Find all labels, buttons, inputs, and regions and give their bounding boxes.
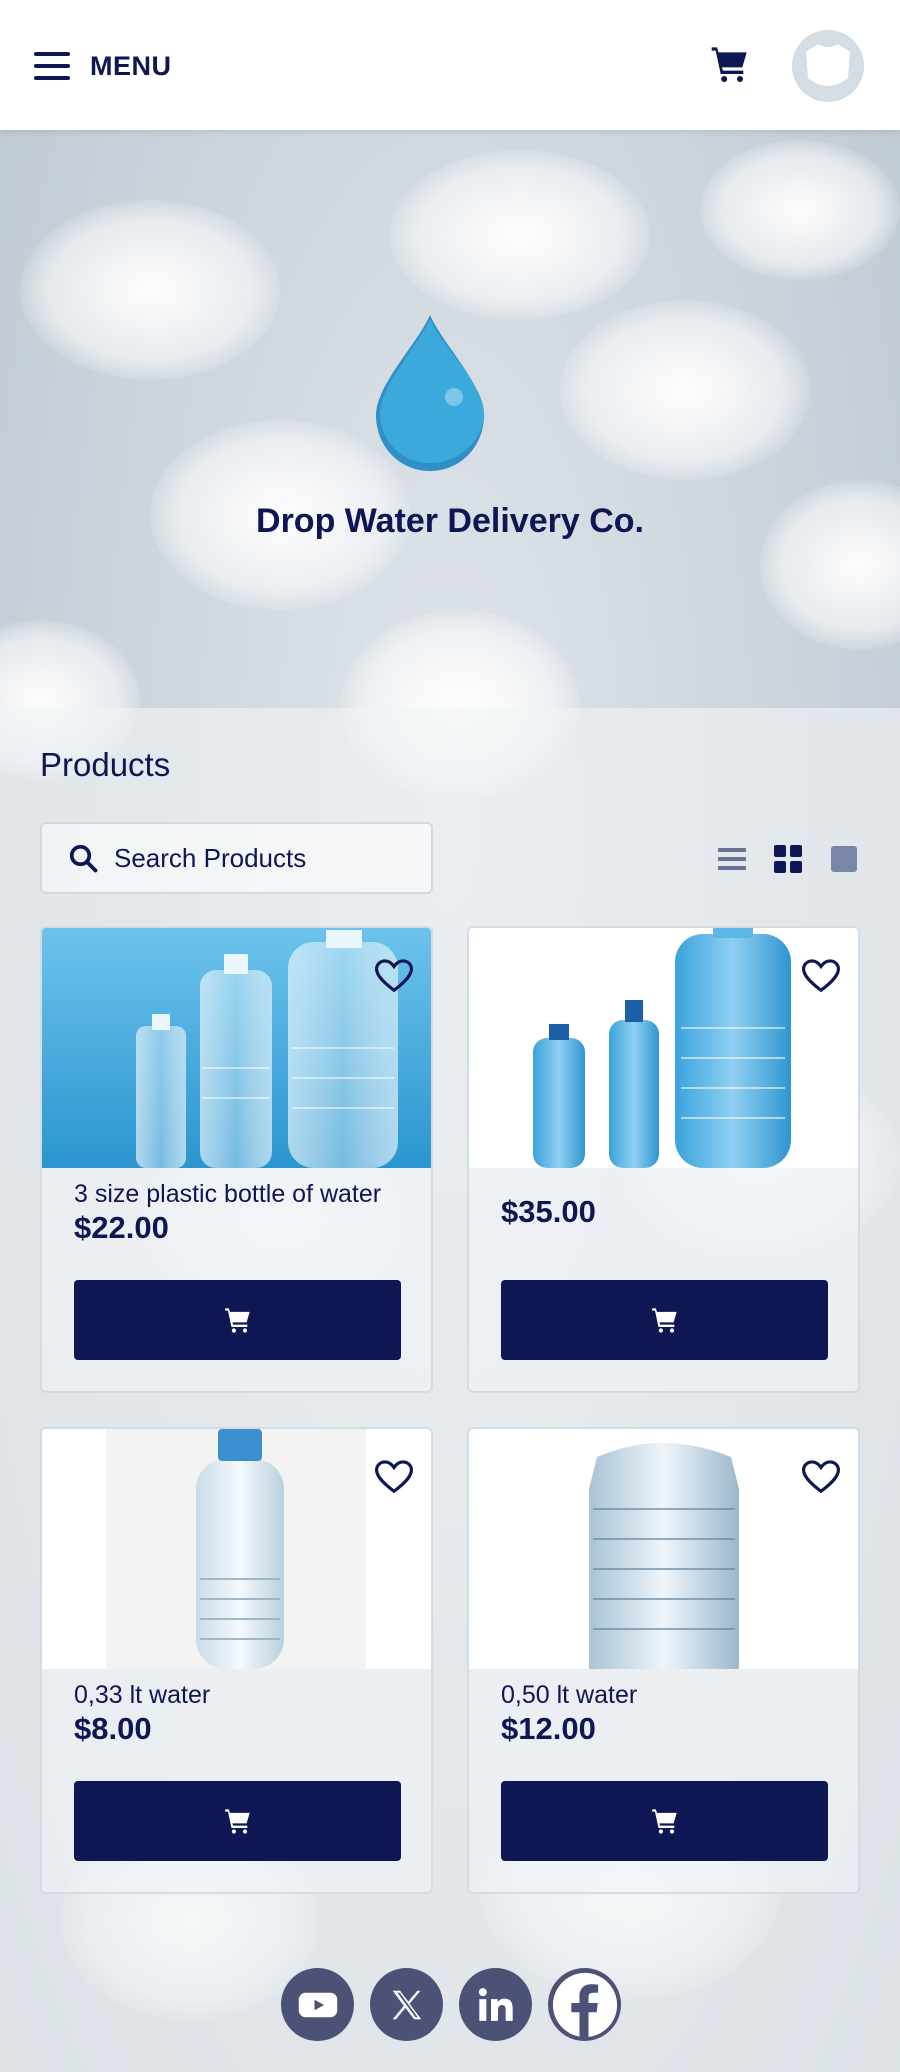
product-image: [469, 1429, 858, 1669]
product-price: $8.00: [74, 1711, 152, 1746]
company-name: Drop Water Delivery Co.: [256, 502, 644, 540]
product-name: 0,33 lt water: [74, 1681, 211, 1709]
search-icon: [69, 844, 98, 873]
product-image: [42, 1429, 431, 1669]
view-toggles: [718, 842, 858, 876]
grid-view-icon[interactable]: [774, 845, 802, 873]
youtube-link[interactable]: [281, 1968, 354, 2041]
add-to-cart-button[interactable]: [74, 1781, 401, 1861]
cart-icon: [224, 1308, 250, 1333]
menu-button[interactable]: MENU: [34, 44, 172, 88]
product-card[interactable]: $35.00: [467, 926, 860, 1393]
youtube-icon: [298, 1992, 337, 2017]
favorite-heart-icon[interactable]: [375, 958, 413, 994]
product-price: $35.00: [501, 1194, 596, 1229]
linkedin-icon: [478, 1987, 513, 2021]
facebook-icon: [552, 1972, 617, 2037]
product-image: [469, 928, 858, 1168]
linkedin-link[interactable]: [459, 1968, 532, 2041]
product-image: [42, 928, 431, 1168]
hero: Drop Water Delivery Co.: [0, 130, 900, 708]
product-card[interactable]: 3 size plastic bottle of water $22.00: [40, 926, 433, 1393]
cart-icon: [651, 1308, 677, 1333]
favorite-heart-icon[interactable]: [375, 1459, 413, 1495]
product-price: $12.00: [501, 1711, 596, 1746]
products-heading: Products: [40, 746, 171, 783]
product-grid: 3 size plastic bottle of water $22.00 $3…: [40, 926, 860, 1894]
product-name: 3 size plastic bottle of water: [74, 1180, 382, 1208]
cart-icon[interactable]: [710, 44, 750, 84]
cart-icon: [651, 1809, 677, 1834]
product-card[interactable]: 0,33 lt water $8.00: [40, 1427, 433, 1894]
avatar[interactable]: [792, 30, 864, 102]
favorite-heart-icon[interactable]: [802, 958, 840, 994]
add-to-cart-button[interactable]: [501, 1781, 828, 1861]
add-to-cart-button[interactable]: [74, 1280, 401, 1360]
facebook-link[interactable]: [548, 1968, 621, 2041]
social-links: [281, 1968, 621, 2041]
menu-label: MENU: [90, 50, 172, 81]
favorite-heart-icon[interactable]: [802, 1459, 840, 1495]
top-bar: MENU: [0, 0, 900, 130]
product-name: 0,50 lt water: [501, 1681, 638, 1709]
search-input[interactable]: [114, 842, 414, 874]
water-drop-logo: [376, 315, 484, 471]
avatar-icon: [792, 30, 864, 102]
cart-icon: [224, 1809, 250, 1834]
hamburger-icon: [34, 52, 70, 80]
search-box[interactable]: [40, 822, 433, 894]
x-link[interactable]: [370, 1968, 443, 2041]
list-view-icon[interactable]: [718, 845, 746, 873]
x-icon: [392, 1990, 421, 2019]
large-view-icon[interactable]: [830, 845, 858, 873]
product-card[interactable]: 0,50 lt water $12.00: [467, 1427, 860, 1894]
add-to-cart-button[interactable]: [501, 1280, 828, 1360]
product-price: $22.00: [74, 1210, 169, 1245]
